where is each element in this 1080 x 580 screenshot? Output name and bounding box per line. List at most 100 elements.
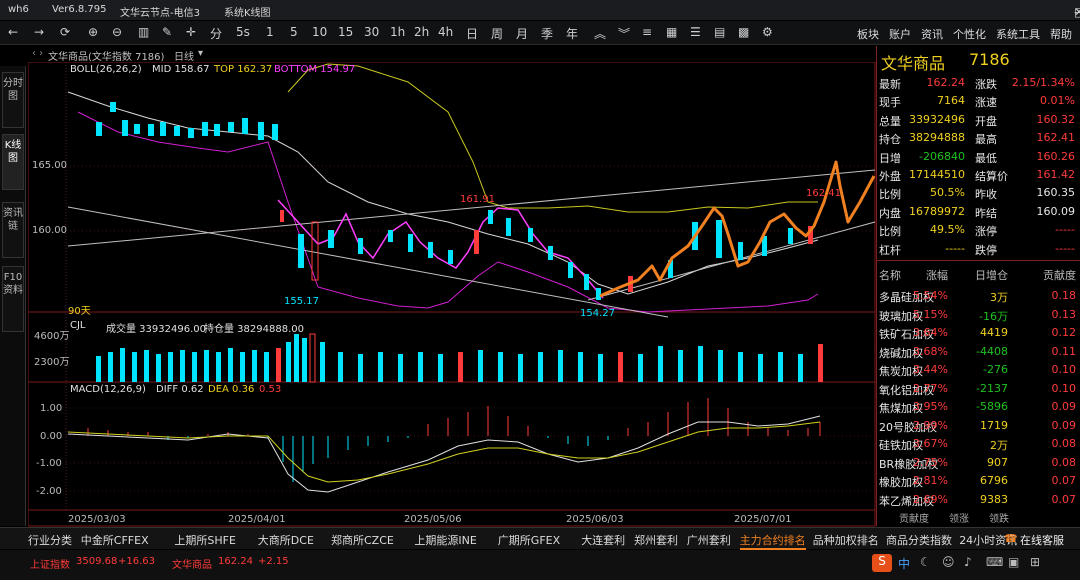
ime-mic-icon[interactable]: ♪ <box>964 555 972 569</box>
quote-value: 0.01% <box>1040 94 1075 108</box>
volume-bar <box>358 354 363 382</box>
quote-value: 49.5% <box>930 223 965 237</box>
rank-contribution: 0.13 <box>1051 307 1077 321</box>
grid-icon[interactable]: ▩ <box>738 25 749 39</box>
period-selector[interactable]: 日线 <box>174 48 194 63</box>
period-1[interactable]: 1 <box>266 25 274 39</box>
tab-f10[interactable]: F10资料 <box>2 266 24 332</box>
headset-icon[interactable]: ☎ <box>1004 532 1018 545</box>
candle <box>548 246 553 260</box>
rank-tab-laggards[interactable]: 领跌 <box>989 510 1009 525</box>
exchange-tab[interactable]: 上期所SHFE <box>174 532 236 548</box>
ime-grid-icon[interactable]: ⊞ <box>1030 555 1040 569</box>
volume-bar <box>718 350 723 382</box>
zoom-in-icon[interactable]: ⊕ <box>88 25 98 39</box>
volume-bar <box>204 350 209 382</box>
chart-type-icon[interactable]: ▥ <box>138 25 149 39</box>
period-month[interactable]: 月 <box>516 25 528 42</box>
refresh-icon[interactable]: ⟳ <box>60 25 70 39</box>
volume-bar <box>276 348 281 382</box>
exchange-tab[interactable]: 品种加权排名 <box>813 532 879 548</box>
menu-sector[interactable]: 板块 <box>857 26 879 42</box>
ime-emoji-icon[interactable]: ☺ <box>942 555 955 569</box>
candle <box>716 220 722 258</box>
app-version: Ver6.8.795 <box>52 4 107 15</box>
menu-personalize[interactable]: 个性化 <box>953 26 986 42</box>
exchange-tab[interactable]: 大商所DCE <box>258 532 314 548</box>
tab-news-chain[interactable]: 资讯链 <box>2 202 24 258</box>
back-arrow-icon[interactable]: ← <box>8 25 18 39</box>
period-5s[interactable]: 5s <box>236 25 250 39</box>
menu-account[interactable]: 账户 <box>889 26 911 42</box>
y-label-vol-high: 4600万 <box>34 331 70 342</box>
exchange-tab[interactable]: 广州套利 <box>687 532 731 548</box>
quote-value: 16789972 <box>909 204 965 218</box>
exchange-tab[interactable]: 郑商所CZCE <box>331 532 394 548</box>
kline-chart-area[interactable]: 161.91 155.17 154.27 162.41 90天 <box>28 62 876 527</box>
close-button[interactable]: ✕ <box>1074 5 1080 19</box>
volume-bar <box>778 352 783 382</box>
rank-tab-contribution[interactable]: 贡献度 <box>899 510 929 525</box>
tab-kline[interactable]: K线图 <box>2 134 24 190</box>
volume-bar <box>338 352 343 382</box>
chevron-down-icon[interactable]: ▾ <box>198 48 203 59</box>
indicator-icon[interactable]: ≡ <box>642 25 652 39</box>
volume-bar <box>818 344 823 382</box>
index1-name: 上证指数 <box>30 560 70 571</box>
list-icon[interactable]: ☰ <box>690 25 701 39</box>
period-year[interactable]: 年 <box>566 25 578 42</box>
exchange-tab[interactable]: 主力合约排名 <box>739 532 806 550</box>
online-service-button[interactable]: 在线客服 <box>1020 532 1064 548</box>
period-30[interactable]: 30 <box>364 25 379 39</box>
menu-news[interactable]: 资讯 <box>921 26 943 42</box>
volume-bar <box>96 356 101 382</box>
period-quarter[interactable]: 季 <box>541 25 553 42</box>
exchange-tab[interactable]: 广期所GFEX <box>498 532 560 548</box>
quote-label: 结算价 <box>975 170 1008 183</box>
settings-icon[interactable]: ⚙ <box>762 25 773 39</box>
period-minute[interactable]: 分 <box>210 25 222 42</box>
boll-bottom-value: BOTTOM 154.97 <box>274 64 356 75</box>
chevron-left-icon[interactable]: ‹ › <box>32 48 43 59</box>
period-1h[interactable]: 1h <box>390 25 405 39</box>
volume-bar <box>240 352 245 382</box>
forward-arrow-icon[interactable]: → <box>34 25 44 39</box>
tab-timeshare[interactable]: 分时图 <box>2 72 24 128</box>
zoom-out-icon[interactable]: ⊖ <box>112 25 122 39</box>
candle <box>280 210 284 222</box>
exchange-tab[interactable]: 上期能源INE <box>414 532 476 548</box>
table-icon[interactable]: ▤ <box>714 25 725 39</box>
chevron-up-icon[interactable]: ︽ <box>594 25 606 42</box>
status-bar: 上证指数 3509.68 +16.63 文华商品 162.24 +2.15 S … <box>0 550 1080 580</box>
period-2h[interactable]: 2h <box>414 25 429 39</box>
ime-mode[interactable]: 中 <box>898 555 910 572</box>
menu-help[interactable]: 帮助 <box>1050 26 1072 42</box>
draw-icon[interactable]: ✎ <box>162 25 172 39</box>
volume-bar <box>478 350 483 382</box>
ime-shirt-icon[interactable]: ▣ <box>1008 555 1019 569</box>
exchange-tab[interactable]: 大连套利 <box>581 532 625 548</box>
quote-panel: 文华商品 7186 最新 162.24 涨跌 2.15/1.34% 现手 7164 涨速 0.… <box>876 46 1080 526</box>
period-10[interactable]: 10 <box>312 25 327 39</box>
candle <box>202 122 208 136</box>
period-4h[interactable]: 4h <box>438 25 453 39</box>
candles <box>96 102 813 300</box>
period-week[interactable]: 周 <box>491 25 503 42</box>
period-15[interactable]: 15 <box>338 25 353 39</box>
rank-tab-leaders[interactable]: 领涨 <box>949 510 969 525</box>
candle <box>506 218 511 236</box>
exchange-tab[interactable]: 中金所CFFEX <box>81 532 149 548</box>
ime-moon-icon[interactable]: ☾ <box>920 555 931 569</box>
ime-keyboard-icon[interactable]: ⌨ <box>986 555 1003 569</box>
menu-system-tools[interactable]: 系统工具 <box>996 26 1040 42</box>
period-day[interactable]: 日 <box>466 25 478 42</box>
crosshair-icon[interactable]: ✛ <box>186 25 196 39</box>
template-icon[interactable]: ▦ <box>666 25 677 39</box>
exchange-tab[interactable]: 郑州套利 <box>634 532 678 548</box>
chevron-down-icon[interactable]: ︾ <box>618 25 630 42</box>
exchange-tab[interactable]: 商品分类指数 <box>886 532 952 548</box>
ime-logo-icon[interactable]: S <box>872 554 892 572</box>
period-5[interactable]: 5 <box>290 25 298 39</box>
exchange-tab[interactable]: 行业分类 <box>28 532 72 548</box>
volume-bar <box>618 352 623 382</box>
